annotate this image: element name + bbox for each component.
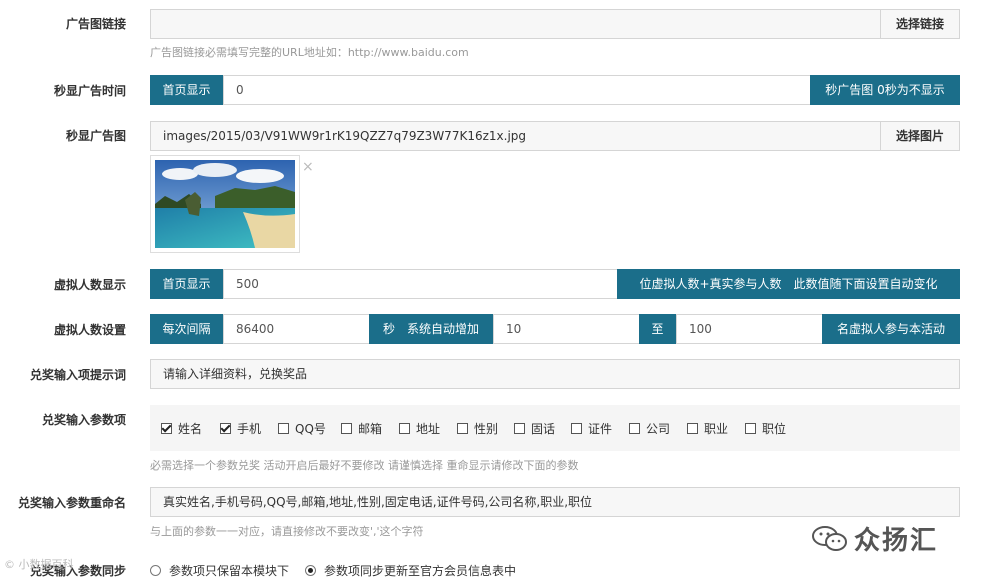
interval-prefix: 每次间隔	[150, 314, 223, 344]
checkbox-icon	[220, 422, 231, 434]
param-checkbox-qq[interactable]: QQ号	[278, 420, 326, 436]
select-image-button[interactable]: 选择图片	[880, 121, 960, 151]
watermark-logo: 众扬汇	[812, 520, 938, 557]
virtual-settings-suffix: 名虚拟人参与本活动	[822, 314, 960, 344]
checkbox-icon	[514, 422, 525, 434]
ad-time-prefix: 首页显示	[150, 75, 223, 105]
max-increase-input[interactable]: 100	[676, 314, 823, 344]
watermark-text: 众扬汇	[854, 526, 939, 556]
checkbox-icon	[629, 422, 640, 434]
prize-params-help: 必需选择一个参数兑奖 活动开启后最好不要修改 请谨慎选择 重命显示请修改下面的参…	[150, 459, 579, 472]
param-checkbox-id[interactable]: 证件	[571, 420, 612, 436]
virtual-display-prefix: 首页显示	[150, 269, 223, 299]
select-link-button[interactable]: 选择链接	[880, 9, 960, 39]
virtual-display-input[interactable]: 500	[223, 269, 618, 299]
checkbox-icon	[399, 422, 410, 434]
ad-time-label: 秒显广告时间	[53, 84, 126, 98]
param-rename-label: 兑奖输入参数重命名	[17, 496, 126, 510]
checkbox-icon	[161, 422, 172, 434]
checkbox-icon	[278, 422, 289, 434]
ad-time-suffix: 秒广告图 0秒为不显示	[810, 75, 960, 105]
radio-icon	[305, 565, 316, 576]
checkbox-icon	[571, 422, 582, 434]
wechat-icon	[812, 525, 847, 551]
delete-image-icon[interactable]: ×	[302, 159, 314, 175]
beach-image	[155, 160, 295, 248]
ad-link-help: 广告图链接必需填写完整的URL地址如：http://www.baidu.com	[150, 46, 469, 59]
checkbox-icon	[687, 422, 698, 434]
watermark-left: © 小数据百科	[4, 558, 74, 571]
prize-params-label: 兑奖输入参数项	[41, 413, 126, 427]
sync-option-official-table[interactable]: 参数项同步更新至官方会员信息表中	[305, 562, 516, 579]
interval-input[interactable]: 86400	[223, 314, 370, 344]
ad-time-input[interactable]: 0	[223, 75, 811, 105]
param-rename-input[interactable]: 真实姓名,手机号码,QQ号,邮箱,地址,性别,固定电话,证件号码,公司名称,职业…	[150, 487, 960, 517]
param-checkbox-company[interactable]: 公司	[629, 420, 670, 436]
param-checkbox-gender[interactable]: 性别	[457, 420, 498, 436]
range-to-label: 至	[639, 314, 676, 344]
prize-prompt-input[interactable]: 请输入详细资料，兑换奖品	[150, 359, 960, 389]
prize-prompt-label: 兑奖输入项提示词	[29, 368, 126, 382]
param-checkbox-position[interactable]: 职位	[745, 420, 786, 436]
param-checkbox-name[interactable]: 姓名	[161, 420, 202, 436]
sync-option-module-only[interactable]: 参数项只保留本模块下	[150, 562, 289, 579]
param-checkbox-phone[interactable]: 手机	[220, 420, 261, 436]
param-checkbox-landline[interactable]: 固话	[514, 420, 555, 436]
radio-icon	[150, 565, 161, 576]
min-increase-input[interactable]: 10	[493, 314, 640, 344]
virtual-settings-label: 虚拟人数设置	[53, 323, 126, 337]
param-checkbox-email[interactable]: 邮箱	[341, 420, 382, 436]
virtual-display-label: 虚拟人数显示	[53, 278, 126, 292]
ad-image-preview	[150, 155, 300, 253]
param-checkbox-address[interactable]: 地址	[399, 420, 440, 436]
auto-increase-label: 秒 系统自动增加	[369, 314, 493, 344]
ad-link-input[interactable]	[150, 9, 882, 39]
ad-link-label: 广告图链接	[65, 17, 126, 31]
ad-image-label: 秒显广告图	[65, 129, 126, 143]
prize-params-panel: 姓名 手机 QQ号 邮箱 地址 性别 固话 证件 公司 职业 职位	[150, 405, 960, 451]
param-checkbox-occupation[interactable]: 职业	[687, 420, 728, 436]
virtual-display-suffix: 位虚拟人数+真实参与人数 此数值随下面设置自动变化	[617, 269, 960, 299]
checkbox-icon	[341, 422, 352, 434]
param-rename-help: 与上面的参数一一对应，请直接修改不要改变','这个字符	[150, 525, 424, 538]
checkbox-icon	[745, 422, 756, 434]
checkbox-icon	[457, 422, 468, 434]
ad-image-input[interactable]: images/2015/03/V91WW9r1rK19QZZ7q79Z3W77K…	[150, 121, 882, 151]
